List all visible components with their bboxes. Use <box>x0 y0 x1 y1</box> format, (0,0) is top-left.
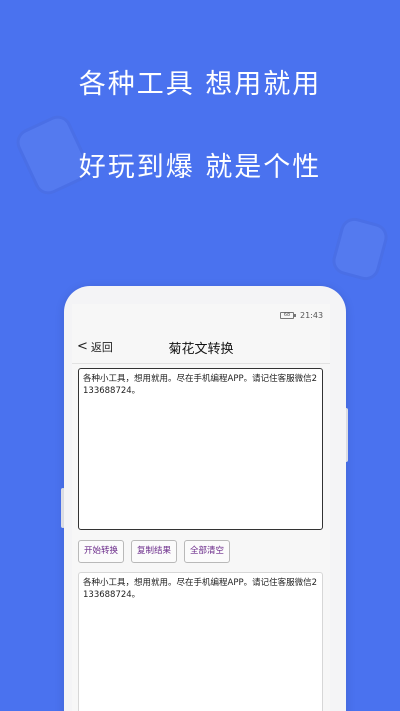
status-time: 21:43 <box>300 311 324 320</box>
source-text-value: 各种小工具，想用就用。尽在手机编程APP。请记住客服微信2133688724。 <box>83 374 317 396</box>
page-title: 菊花文转换 <box>168 342 234 357</box>
promo-headline-1: 各种工具 想用就用 <box>78 69 322 100</box>
navigation-bar: < 返回 菊花文转换 <box>72 330 330 364</box>
source-text-input[interactable]: 各种小工具，想用就用。尽在手机编程APP。请记住客服微信2133688724。 <box>78 368 323 530</box>
copy-result-button[interactable]: 复制结果 <box>131 540 178 563</box>
result-text-area[interactable]: 各种小工具，想用就用。尽在手机编程APP。请记住客服微信2133688724。 <box>78 572 323 711</box>
app-screen: 68 21:43 < 返回 菊花文转换 各种小工具，想用就用。尽在手机编程APP… <box>72 304 330 711</box>
promo-headline-2: 好玩到爆 就是个性 <box>78 152 322 183</box>
convert-button[interactable]: 开始转换 <box>78 540 125 563</box>
background-decoration-icon <box>329 214 391 284</box>
result-text-value: 各种小工具，想用就用。尽在手机编程APP。请记住客服微信2133688724。 <box>83 578 317 600</box>
clear-all-button[interactable]: 全部清空 <box>184 540 231 563</box>
action-buttons: 开始转换 复制结果 全部清空 <box>78 540 231 563</box>
status-bar: 68 21:43 <box>72 304 330 330</box>
battery-level: 68 <box>283 312 291 318</box>
battery-icon: 68 <box>280 312 296 319</box>
